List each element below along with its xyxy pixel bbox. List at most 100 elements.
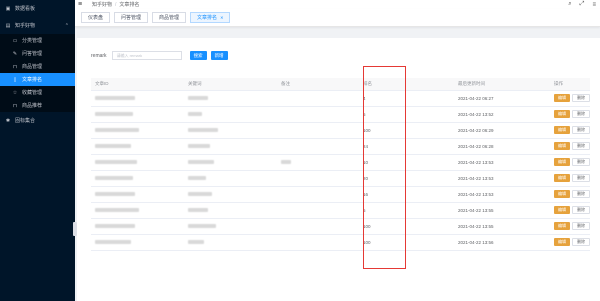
edit-button[interactable]: 编辑 [554,126,570,134]
cell-article-id [91,154,184,171]
delete-button[interactable]: 删除 [572,158,590,166]
redacted-text [188,240,204,245]
delete-button[interactable]: 删除 [572,126,590,134]
cell-keyword [184,218,277,235]
delete-button[interactable]: 删除 [572,94,590,102]
cell-updated-time: 2021-04-22 13:53 [454,186,550,203]
table-row: 20 2021-04-22 13:53 编辑 删除 [91,170,590,187]
breadcrumb: 知乎好物 / 文章排名 [92,1,139,9]
sidebar-item-dashboard[interactable]: ▣ 数据看板 [0,0,75,17]
redacted-text [95,96,135,101]
cell-remark [277,170,359,187]
cell-article-id [91,122,184,139]
cell-rank: 100 [359,122,454,139]
redacted-text [95,224,135,229]
sidebar-item-zhihu-goods[interactable]: ▤ 知乎好物 ⌃ [0,17,75,34]
table-row: 16 2021-04-22 13:53 编辑 删除 [91,186,590,203]
redacted-text [188,208,208,213]
table-row: 24 2021-04-22 06:28 编辑 删除 [91,138,590,155]
settings-icon: ✱ [5,117,11,124]
hamburger-icon[interactable]: ≡ [78,1,86,8]
cell-actions: 编辑 删除 [550,122,590,139]
tag-product-management[interactable]: 商品管理 [152,12,187,23]
delete-button[interactable]: 删除 [572,142,590,150]
col-actions: 操作 [550,78,590,91]
edit-button[interactable]: 编辑 [554,142,570,150]
col-keyword: 关键词 [184,78,277,91]
sidebar-submenu: ▭ 分类管理 ✎ 问答管理 ⊓ 商品管理 ▯ 文章排名 ☆ 收藏管理 ⊓ 商品推… [0,34,75,112]
cell-remark [277,218,359,235]
redacted-text [95,208,139,213]
tag-article-rank[interactable]: 文章排名 ✕ [190,12,231,23]
search-button[interactable]: 搜索 [189,51,207,60]
edit-button[interactable]: 编辑 [554,190,570,198]
cell-keyword [184,106,277,123]
edit-button[interactable]: 编辑 [554,94,570,102]
cell-keyword [184,138,277,155]
delete-button[interactable]: 删除 [572,190,590,198]
cell-article-id [91,106,184,123]
sidebar-item-products[interactable]: ⊓ 商品管理 [0,60,75,73]
sidebar-item-favorites[interactable]: ☆ 收藏管理 [0,86,75,99]
tag-dashboard[interactable]: 仪表盘 [81,12,111,23]
chevron-up-icon: ⌃ [64,22,69,29]
cell-keyword [184,186,277,203]
cell-rank: 24 [359,138,454,155]
fullscreen-icon[interactable]: ⤢ [580,1,585,8]
row-actions: 编辑 删除 [554,174,590,182]
sidebar-item-label: 固标集合 [15,118,36,124]
delete-button[interactable]: 删除 [572,174,590,182]
sidebar-item-label: 商品管理 [22,64,43,70]
cell-actions: 编辑 删除 [550,90,590,107]
tag-label: 仪表盘 [88,15,104,21]
cell-updated-time: 2021-04-22 06:29 [454,122,550,139]
delete-button[interactable]: 删除 [572,110,590,118]
tags-view-bar: 仪表盘 问答管理 商品管理 文章排名 ✕ [75,9,600,27]
edit-button[interactable]: 编辑 [554,110,570,118]
sidebar-item-label: 知乎好物 [15,23,36,29]
edit-button[interactable]: 编辑 [554,238,570,246]
redacted-text [188,144,210,149]
delete-button[interactable]: 删除 [572,206,590,214]
cell-keyword [184,202,277,219]
cell-rank: 20 [359,170,454,187]
edit-button[interactable]: 编辑 [554,222,570,230]
sidebar-item-label: 文章排名 [22,77,43,83]
close-icon[interactable]: ✕ [220,15,223,20]
remark-label: remark [91,52,107,59]
search-icon[interactable]: ⌕ [568,1,571,8]
cell-remark [277,106,359,123]
cell-actions: 编辑 删除 [550,218,590,235]
menu-icon[interactable]: ≡ [592,2,596,8]
delete-button[interactable]: 删除 [572,222,590,230]
remark-input[interactable]: 请输入 remark [111,51,182,60]
sidebar-item-article-rank[interactable]: ▯ 文章排名 [0,73,75,86]
sidebar-item-qa[interactable]: ✎ 问答管理 [0,47,75,60]
tag-label: 问答管理 [121,15,142,21]
redacted-text [188,128,218,133]
edit-button[interactable]: 编辑 [554,206,570,214]
sidebar-item-recommend[interactable]: ⊓ 商品推荐 [0,99,75,112]
sidebar-item-category[interactable]: ▭ 分类管理 [0,34,75,47]
table-row: 5 2021-04-22 13:52 编辑 删除 [91,106,590,123]
row-actions: 编辑 删除 [554,126,590,134]
cell-keyword [184,234,277,251]
redacted-text [95,176,133,181]
delete-button[interactable]: 删除 [572,238,590,246]
breadcrumb-item[interactable]: 知乎好物 [92,1,112,8]
table-row: 100 2021-04-22 13:56 编辑 删除 [91,234,590,251]
article-rank-table: 文章ID 关键词 备注 排名 最后更新时间 操作 4 2021-04-22 06:… [91,78,590,251]
sidebar-item-icon-set[interactable]: ✱ 固标集合 [0,112,75,129]
redacted-text [188,224,216,229]
cell-updated-time: 2021-04-22 13:53 [454,154,550,171]
edit-button[interactable]: 编辑 [554,174,570,182]
cell-actions: 编辑 删除 [550,170,590,187]
row-actions: 编辑 删除 [554,190,590,198]
sidebar-item-label: 分类管理 [22,38,43,44]
tag-qa-management[interactable]: 问答管理 [114,12,149,23]
folder-icon: ▭ [12,37,18,44]
dashboard-icon: ▣ [5,5,11,12]
edit-button[interactable]: 编辑 [554,158,570,166]
add-button[interactable]: 新增 [210,51,228,60]
col-rank: 排名 [359,78,454,91]
